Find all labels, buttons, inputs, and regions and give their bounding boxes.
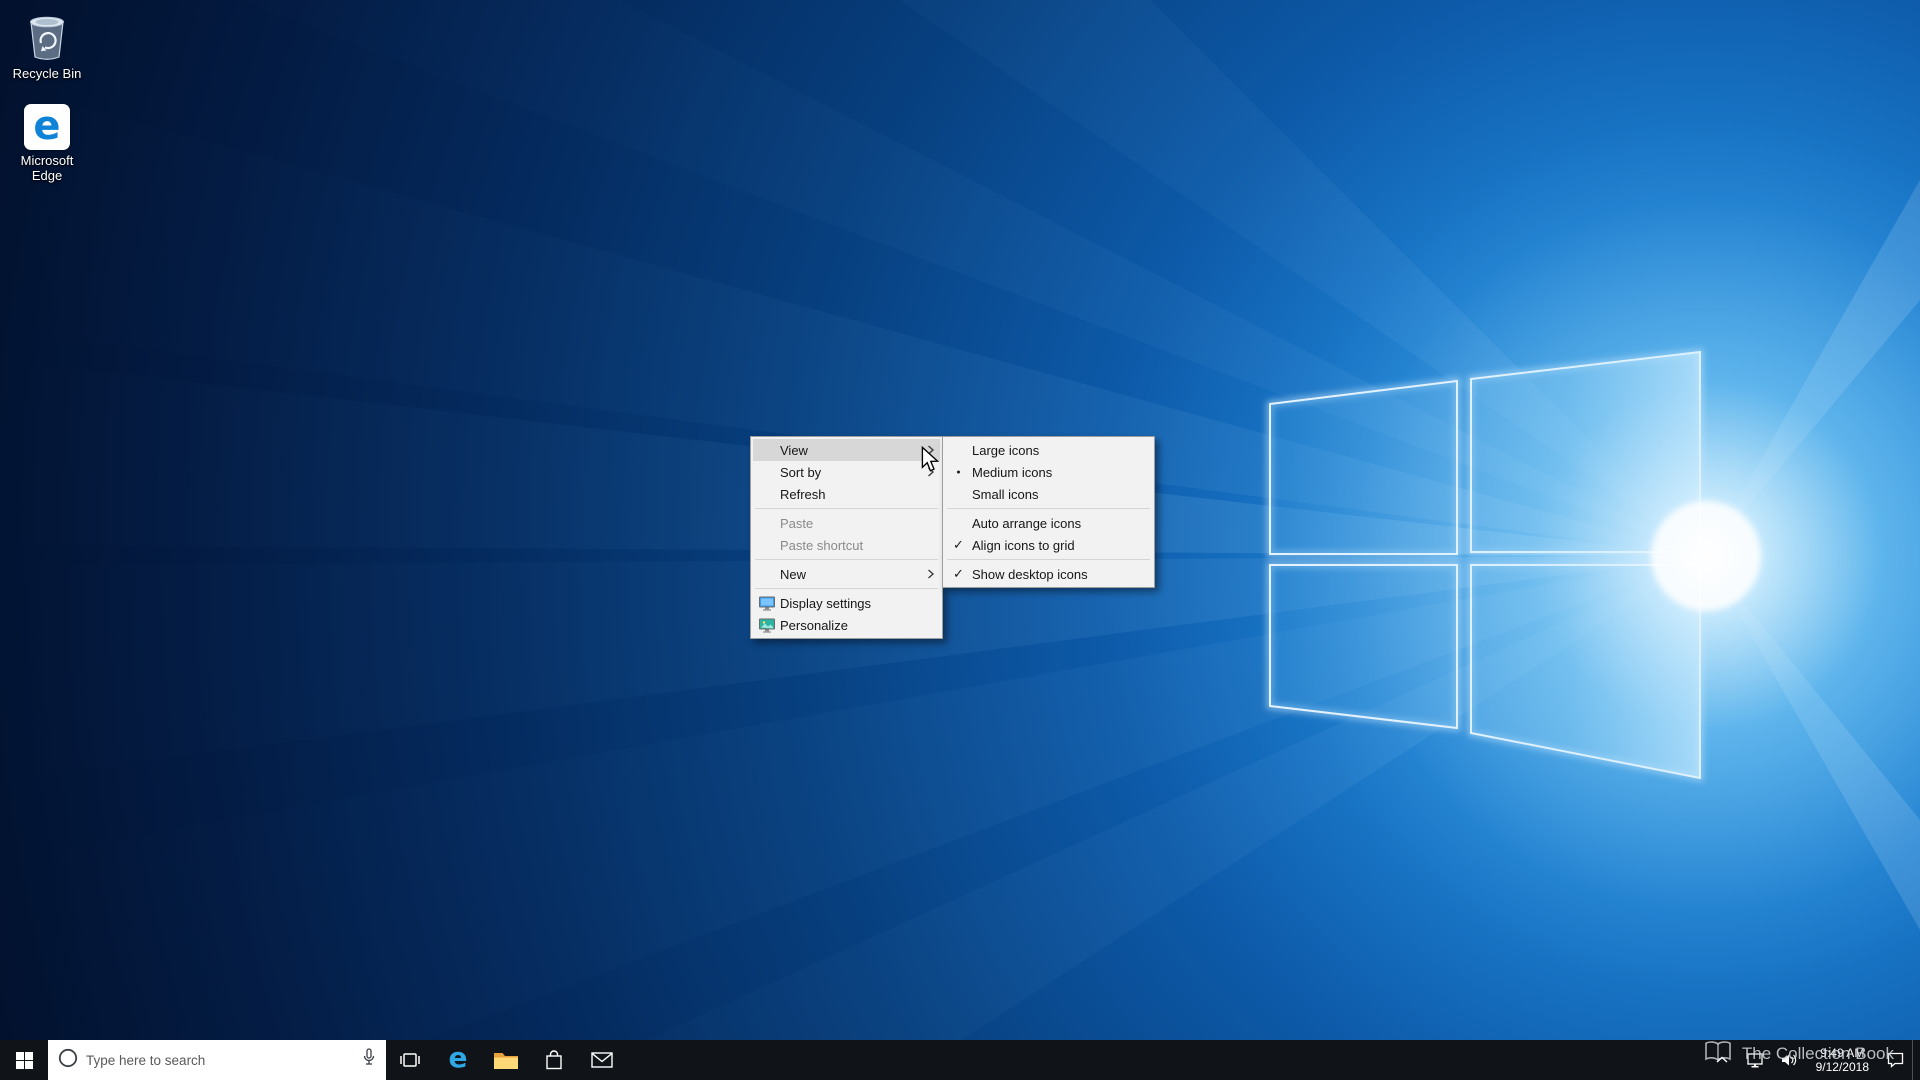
system-tray: 9:49 AM 9/12/2018 (1705, 1040, 1920, 1080)
desktop-context-menu: View Sort by Refresh Paste Paste shortcut New… (750, 436, 943, 639)
menu-item-paste-shortcut[interactable]: Paste shortcut (753, 534, 940, 556)
menu-item-label: Large icons (972, 442, 1040, 458)
menu-item-show-desktop-icons[interactable]: ✓ Show desktop icons (945, 563, 1152, 585)
microsoft-edge-icon: e (1, 104, 93, 150)
menu-item-label: Paste (780, 515, 814, 531)
edge-letter: e (33, 102, 61, 149)
microphone-icon[interactable] (361, 1048, 377, 1072)
taskbar: e (0, 1040, 1920, 1080)
menu-item-small-icons[interactable]: Small icons (945, 483, 1152, 505)
menu-item-medium-icons[interactable]: ● Medium icons (945, 461, 1152, 483)
menu-separator (755, 588, 938, 589)
task-view-icon (400, 1053, 420, 1067)
menu-item-large-icons[interactable]: Large icons (945, 439, 1152, 461)
taskbar-store-button[interactable] (530, 1040, 578, 1080)
volume-icon[interactable] (1773, 1040, 1807, 1080)
taskbar-clock[interactable]: 9:49 AM 9/12/2018 (1807, 1040, 1878, 1080)
action-center-icon (1887, 1052, 1903, 1068)
taskbar-search[interactable] (48, 1040, 386, 1080)
menu-item-label: Medium icons (972, 464, 1053, 480)
task-view-button[interactable] (386, 1040, 434, 1080)
recycle-bin-icon (1, 12, 93, 62)
menu-item-auto-arrange-icons[interactable]: Auto arrange icons (945, 512, 1152, 534)
clock-date: 9/12/2018 (1815, 1060, 1869, 1074)
network-icon[interactable] (1739, 1040, 1773, 1080)
personalize-icon (753, 618, 780, 633)
menu-item-label: Show desktop icons (972, 566, 1088, 582)
hidden-icons-chevron[interactable] (1705, 1040, 1739, 1080)
menu-item-paste[interactable]: Paste (753, 512, 940, 534)
menu-item-label: View (780, 442, 808, 458)
view-submenu: Large icons ● Medium icons Small icons Auto … (942, 436, 1155, 588)
windows-logo-icon (15, 1051, 33, 1069)
checkmark-icon: ✓ (953, 566, 964, 581)
radio-selected-icon: ● (956, 468, 961, 476)
desktop-icon-label: Recycle Bin (12, 66, 82, 81)
taskbar-file-explorer-button[interactable] (482, 1040, 530, 1080)
menu-item-display-settings[interactable]: Display settings (753, 592, 940, 614)
taskbar-empty-area[interactable] (626, 1040, 1705, 1080)
menu-item-align-icons-to-grid[interactable]: ✓ Align icons to grid (945, 534, 1152, 556)
search-input[interactable] (86, 1052, 354, 1068)
desktop-icon-microsoft-edge[interactable]: e Microsoft Edge (1, 104, 93, 185)
microsoft-store-icon (546, 1050, 562, 1070)
menu-separator (755, 559, 938, 560)
menu-item-label: Refresh (780, 486, 826, 502)
submenu-arrow-icon (922, 444, 940, 456)
menu-item-label: New (780, 566, 807, 582)
menu-item-label: Personalize (780, 617, 848, 633)
cortana-icon (57, 1047, 79, 1074)
menu-item-label: Sort by (780, 464, 822, 480)
clock-time: 9:49 AM (1820, 1046, 1865, 1060)
desktop-icon-label: Microsoft Edge (20, 153, 74, 183)
desktop[interactable]: Recycle Bin e Microsoft Edge View Sort by… (0, 0, 1920, 1080)
menu-item-label: Align icons to grid (972, 537, 1075, 553)
menu-item-refresh[interactable]: Refresh (753, 483, 940, 505)
show-desktop-button[interactable] (1912, 1040, 1920, 1080)
mail-icon (591, 1052, 613, 1068)
menu-separator (755, 508, 938, 509)
menu-separator (947, 559, 1150, 560)
menu-item-view[interactable]: View (753, 439, 940, 461)
menu-separator (947, 508, 1150, 509)
menu-item-label: Display settings (780, 595, 872, 611)
action-center-button[interactable] (1878, 1040, 1912, 1080)
submenu-arrow-icon (922, 466, 940, 478)
taskbar-edge-button[interactable]: e (434, 1040, 482, 1080)
edge-icon: e (448, 1041, 468, 1074)
menu-item-label: Auto arrange icons (972, 515, 1082, 531)
taskbar-mail-button[interactable] (578, 1040, 626, 1080)
menu-item-sort-by[interactable]: Sort by (753, 461, 940, 483)
menu-item-personalize[interactable]: Personalize (753, 614, 940, 636)
menu-item-label: Paste shortcut (780, 537, 864, 553)
menu-item-new[interactable]: New (753, 563, 940, 585)
desktop-icon-recycle-bin[interactable]: Recycle Bin (1, 12, 93, 83)
file-explorer-icon (494, 1053, 518, 1069)
display-settings-icon (753, 596, 780, 611)
checkmark-icon: ✓ (953, 537, 964, 552)
start-button[interactable] (0, 1040, 48, 1080)
menu-item-label: Small icons (972, 486, 1039, 502)
submenu-arrow-icon (922, 568, 940, 580)
